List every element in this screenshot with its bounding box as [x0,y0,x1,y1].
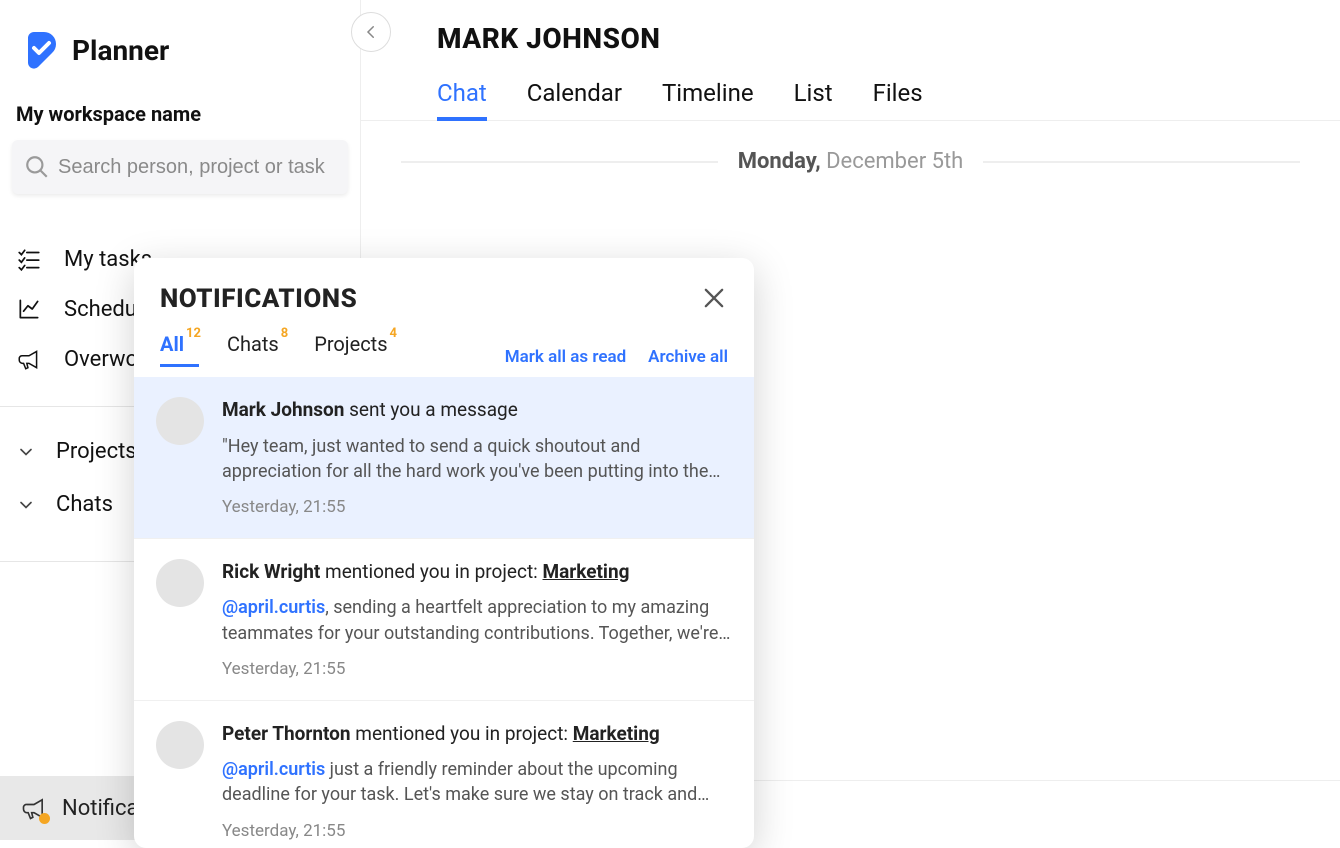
group-label-chats: Chats [56,492,113,517]
tabs: Chat Calendar Timeline List Files [437,79,1340,121]
notification-item[interactable]: Mark Johnson sent you a message "Hey tea… [134,377,754,539]
search-input[interactable] [12,140,348,194]
unread-dot [39,813,50,824]
back-button[interactable] [351,12,391,52]
date-divider: Monday, December 5th [361,121,1340,174]
popover-header: NOTIFICATIONS [134,258,754,314]
archive-all[interactable]: Archive all [648,347,728,367]
notification-body: Rick Wright mentioned you in project: Ma… [222,559,732,682]
popover-title: NOTIFICATIONS [160,284,357,314]
avatar [156,559,204,607]
popover-actions: Mark all as read Archive all [505,347,728,367]
app-logo: Planner [0,28,360,72]
chevron-left-icon [362,23,380,41]
notification-body: Mark Johnson sent you a message "Hey tea… [222,397,732,520]
notification-preview: @april.curtis, sending a heartfelt appre… [222,595,732,645]
chevron-down-icon [16,442,36,462]
notification-title: Peter Thornton mentioned you in project:… [222,721,732,748]
tab-timeline[interactable]: Timeline [662,79,754,121]
page-title: MARK JOHNSON [437,22,1340,55]
planner-logo-icon [16,28,60,72]
notifications-popover: NOTIFICATIONS All12 Chats8 Projects4 Mar… [134,258,754,848]
group-label-projects: Projects [56,439,137,464]
date-line-right [983,161,1300,163]
tab-calendar[interactable]: Calendar [527,79,622,121]
pop-tab-projects[interactable]: Projects4 [314,332,395,367]
notification-item[interactable]: Peter Thornton mentioned you in project:… [134,701,754,845]
chevron-down-icon [16,495,36,515]
date-line-left [401,161,718,163]
tab-list[interactable]: List [794,79,833,121]
notification-list[interactable]: Mark Johnson sent you a message "Hey tea… [134,377,754,845]
notification-item[interactable]: Rick Wright mentioned you in project: Ma… [134,539,754,701]
app-name: Planner [72,34,169,67]
notification-time: Yesterday, 21:55 [222,658,732,682]
checklist-icon [16,246,42,272]
tab-files[interactable]: Files [873,79,923,121]
header: MARK JOHNSON Chat Calendar Timeline List… [361,0,1340,121]
avatar [156,721,204,769]
notification-preview: @april.curtis just a friendly reminder a… [222,757,732,807]
popover-subheader: All12 Chats8 Projects4 Mark all as read … [134,314,754,377]
pop-tab-chats[interactable]: Chats8 [227,332,286,367]
search-wrap [12,140,348,194]
megaphone-icon [16,346,42,372]
chart-icon [16,296,42,322]
notification-title: Mark Johnson sent you a message [222,397,732,424]
notification-time: Yesterday, 21:55 [222,496,732,520]
close-icon[interactable] [700,284,728,312]
mark-all-read[interactable]: Mark all as read [505,347,626,367]
avatar [156,397,204,445]
notification-preview: "Hey team, just wanted to send a quick s… [222,434,732,484]
tab-chat[interactable]: Chat [437,79,487,121]
popover-tabs: All12 Chats8 Projects4 [160,332,395,367]
search-icon [24,154,50,180]
notification-title: Rick Wright mentioned you in project: Ma… [222,559,732,586]
workspace-name: My workspace name [0,72,360,140]
megaphone-icon [20,794,48,822]
pop-tab-all[interactable]: All12 [160,332,199,367]
date-text: Monday, December 5th [738,149,964,174]
notification-body: Peter Thornton mentioned you in project:… [222,721,732,844]
